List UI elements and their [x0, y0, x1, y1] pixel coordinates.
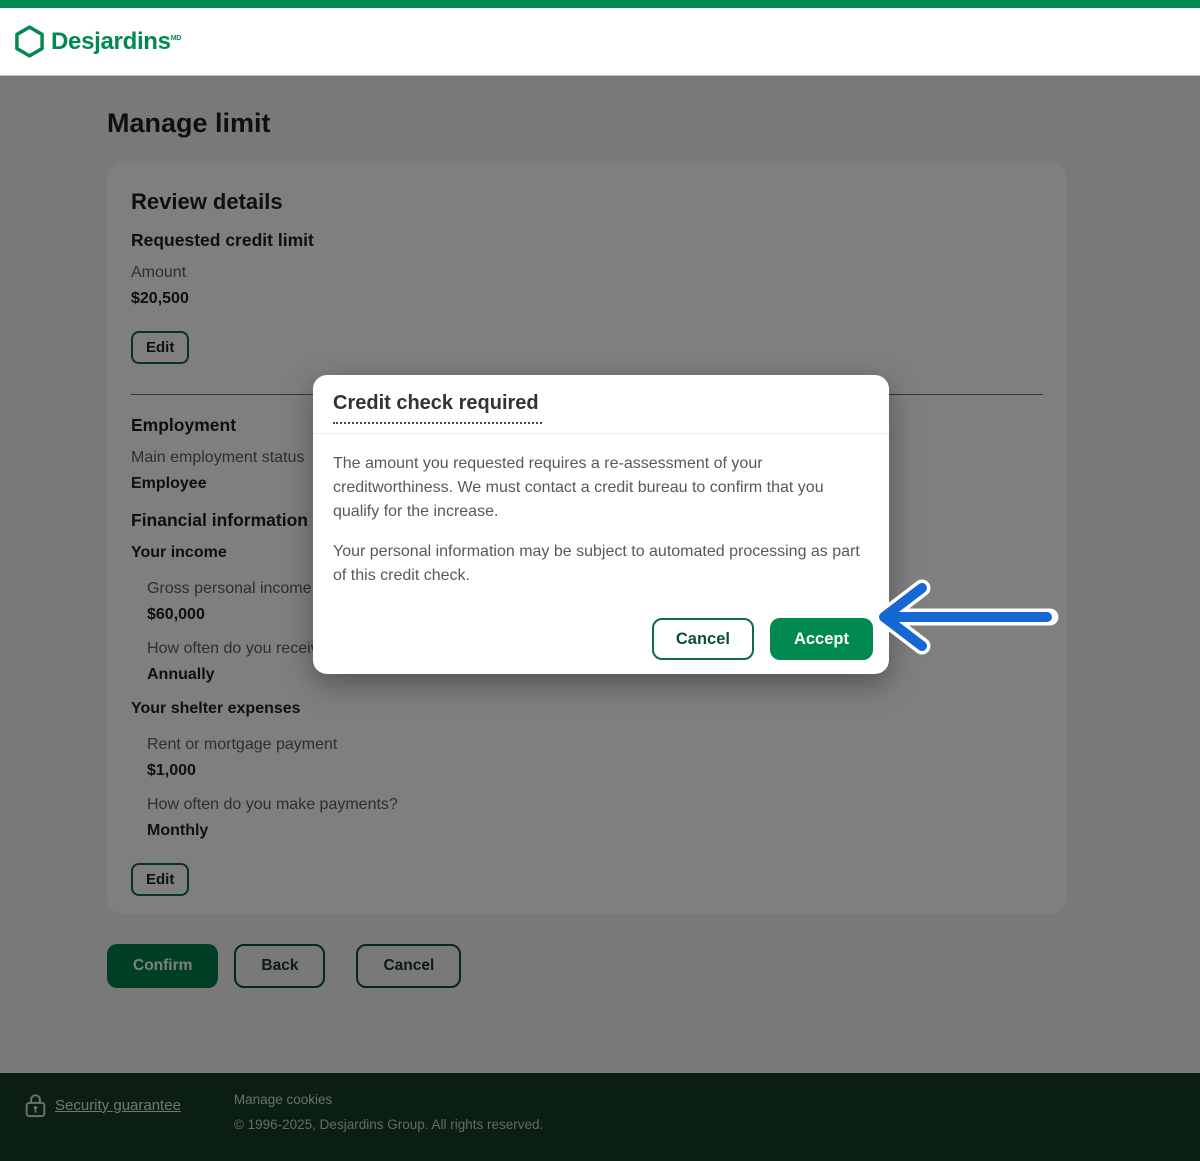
dialog-title: Credit check required — [333, 392, 542, 424]
dialog-cancel-button[interactable]: Cancel — [652, 618, 754, 660]
desjardins-logo[interactable]: DesjardinsMD — [14, 25, 181, 58]
dialog-header: Credit check required — [313, 375, 889, 434]
dialog-accept-button[interactable]: Accept — [770, 618, 873, 660]
site-header: DesjardinsMD — [0, 8, 1200, 76]
page-stage: Manage limit Review details Requested cr… — [0, 76, 1200, 1161]
brand-wordmark: DesjardinsMD — [51, 28, 181, 56]
dialog-body: The amount you requested requires a re-a… — [313, 434, 889, 588]
brand-top-bar — [0, 0, 1200, 8]
credit-check-dialog: Credit check required The amount you req… — [313, 375, 889, 674]
dialog-paragraph-2: Your personal information may be subject… — [333, 540, 869, 588]
dialog-paragraph-1: The amount you requested requires a re-a… — [333, 452, 869, 524]
hexagon-logo-icon — [14, 25, 45, 58]
trademark-superscript: MD — [171, 35, 181, 42]
dialog-actions: Cancel Accept — [313, 604, 889, 674]
